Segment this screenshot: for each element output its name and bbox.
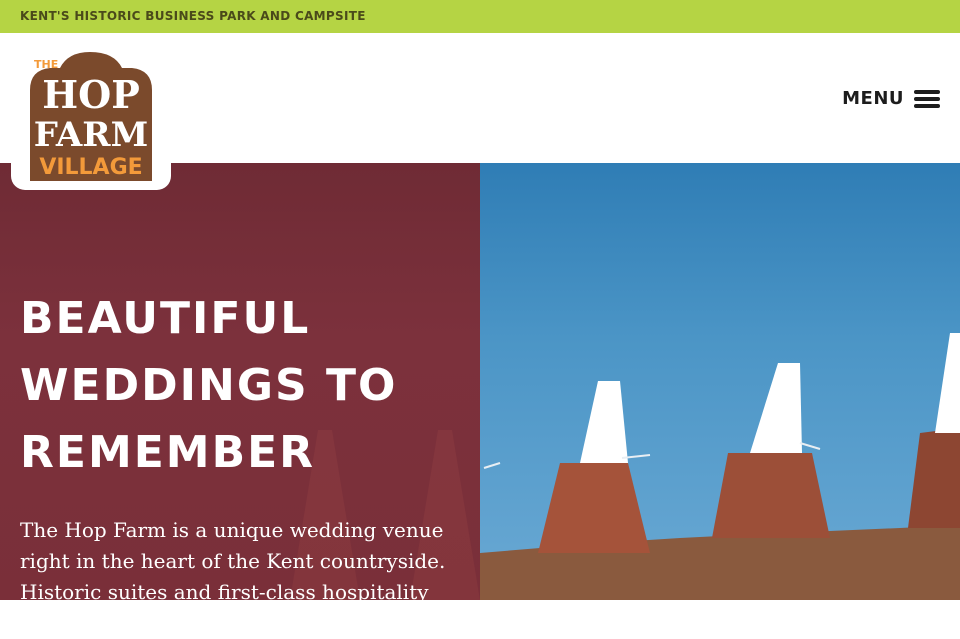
- menu-label: MENU: [842, 88, 904, 109]
- logo-text-hop: HOP: [42, 72, 140, 117]
- hero-heading-line: weddings to: [20, 360, 398, 411]
- hero-heading-line: Beautiful: [20, 293, 311, 344]
- top-announcement-bar: Kent's historic business park and campsi…: [0, 0, 960, 33]
- tagline: Kent's historic business park and campsi…: [20, 9, 366, 23]
- hero-intro-text: The Hop Farm is a unique wedding venue r…: [20, 518, 446, 635]
- oast-house-roofs-image: [480, 333, 960, 600]
- hero-photo-oast-houses: [480, 163, 960, 600]
- logo-text-the: THE: [34, 58, 58, 71]
- site-logo-link[interactable]: THE HOP FARM VILLAGE: [11, 40, 171, 190]
- hop-farm-village-logo: THE HOP FARM VILLAGE: [30, 52, 152, 181]
- hero-heading: Beautiful weddings to remember: [20, 285, 460, 486]
- logo-text-farm: FARM: [34, 115, 148, 155]
- menu-button[interactable]: MENU: [842, 88, 940, 109]
- hamburger-icon: [914, 89, 940, 108]
- hero-heading-line: remember: [20, 427, 316, 478]
- logo-text-village: VILLAGE: [39, 155, 142, 180]
